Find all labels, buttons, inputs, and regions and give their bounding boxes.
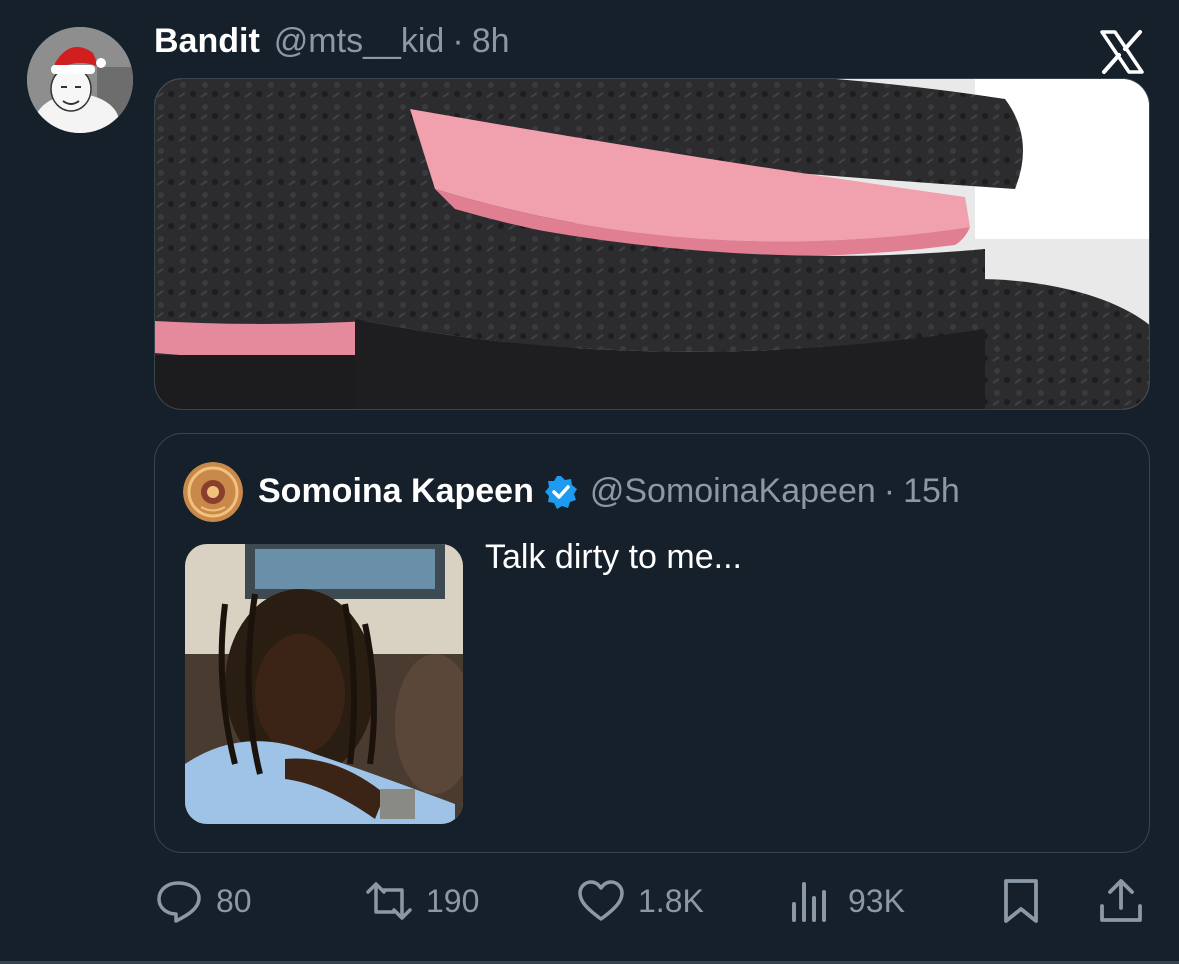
bookmark-icon [1004,879,1038,923]
like-icon [578,880,624,921]
tweet-time[interactable]: 8h [472,22,510,61]
author-handle[interactable]: @mts__kid [274,22,445,61]
quoted-tweet[interactable]: Somoina Kapeen @SomoinaKapeen · 15h Talk… [154,433,1150,853]
repost-count: 190 [426,882,480,919]
quoted-separator: · [883,472,896,510]
bookmark-button[interactable] [996,876,1046,926]
tweet-media-image[interactable] [154,78,1150,410]
quoted-tweet-text: Talk dirty to me... [485,538,742,576]
x-logo-icon [1098,28,1146,76]
repost-button[interactable]: 190 [364,876,479,926]
quoted-media-image[interactable] [185,544,463,824]
action-bar: 80 190 1.8K 93K [154,876,1150,926]
author-avatar[interactable] [27,27,133,133]
views-icon [792,882,826,922]
views-button[interactable]: 93K [786,876,905,926]
quoted-header: Somoina Kapeen @SomoinaKapeen · 15h [258,472,960,511]
repost-icon [366,882,412,920]
quoted-author-handle[interactable]: @SomoinaKapeen [590,472,876,511]
like-count: 1.8K [638,882,704,919]
verified-badge-icon [544,475,577,509]
separator-dot: · [452,22,464,60]
reply-count: 80 [216,882,252,919]
tweet: Bandit @mts__kid · 8h Somoina Kapeen @So… [0,0,1179,964]
reply-icon [157,881,201,923]
views-count: 93K [848,882,905,919]
quoted-author-avatar[interactable] [183,462,243,522]
author-name[interactable]: Bandit [154,22,260,61]
like-button[interactable]: 1.8K [576,876,704,926]
share-icon [1100,879,1142,922]
quoted-author-name[interactable]: Somoina Kapeen [258,472,534,511]
tweet-header: Bandit @mts__kid · 8h [154,22,510,61]
share-button[interactable] [1096,876,1146,926]
quoted-time[interactable]: 15h [903,472,960,511]
reply-button[interactable]: 80 [154,876,252,926]
